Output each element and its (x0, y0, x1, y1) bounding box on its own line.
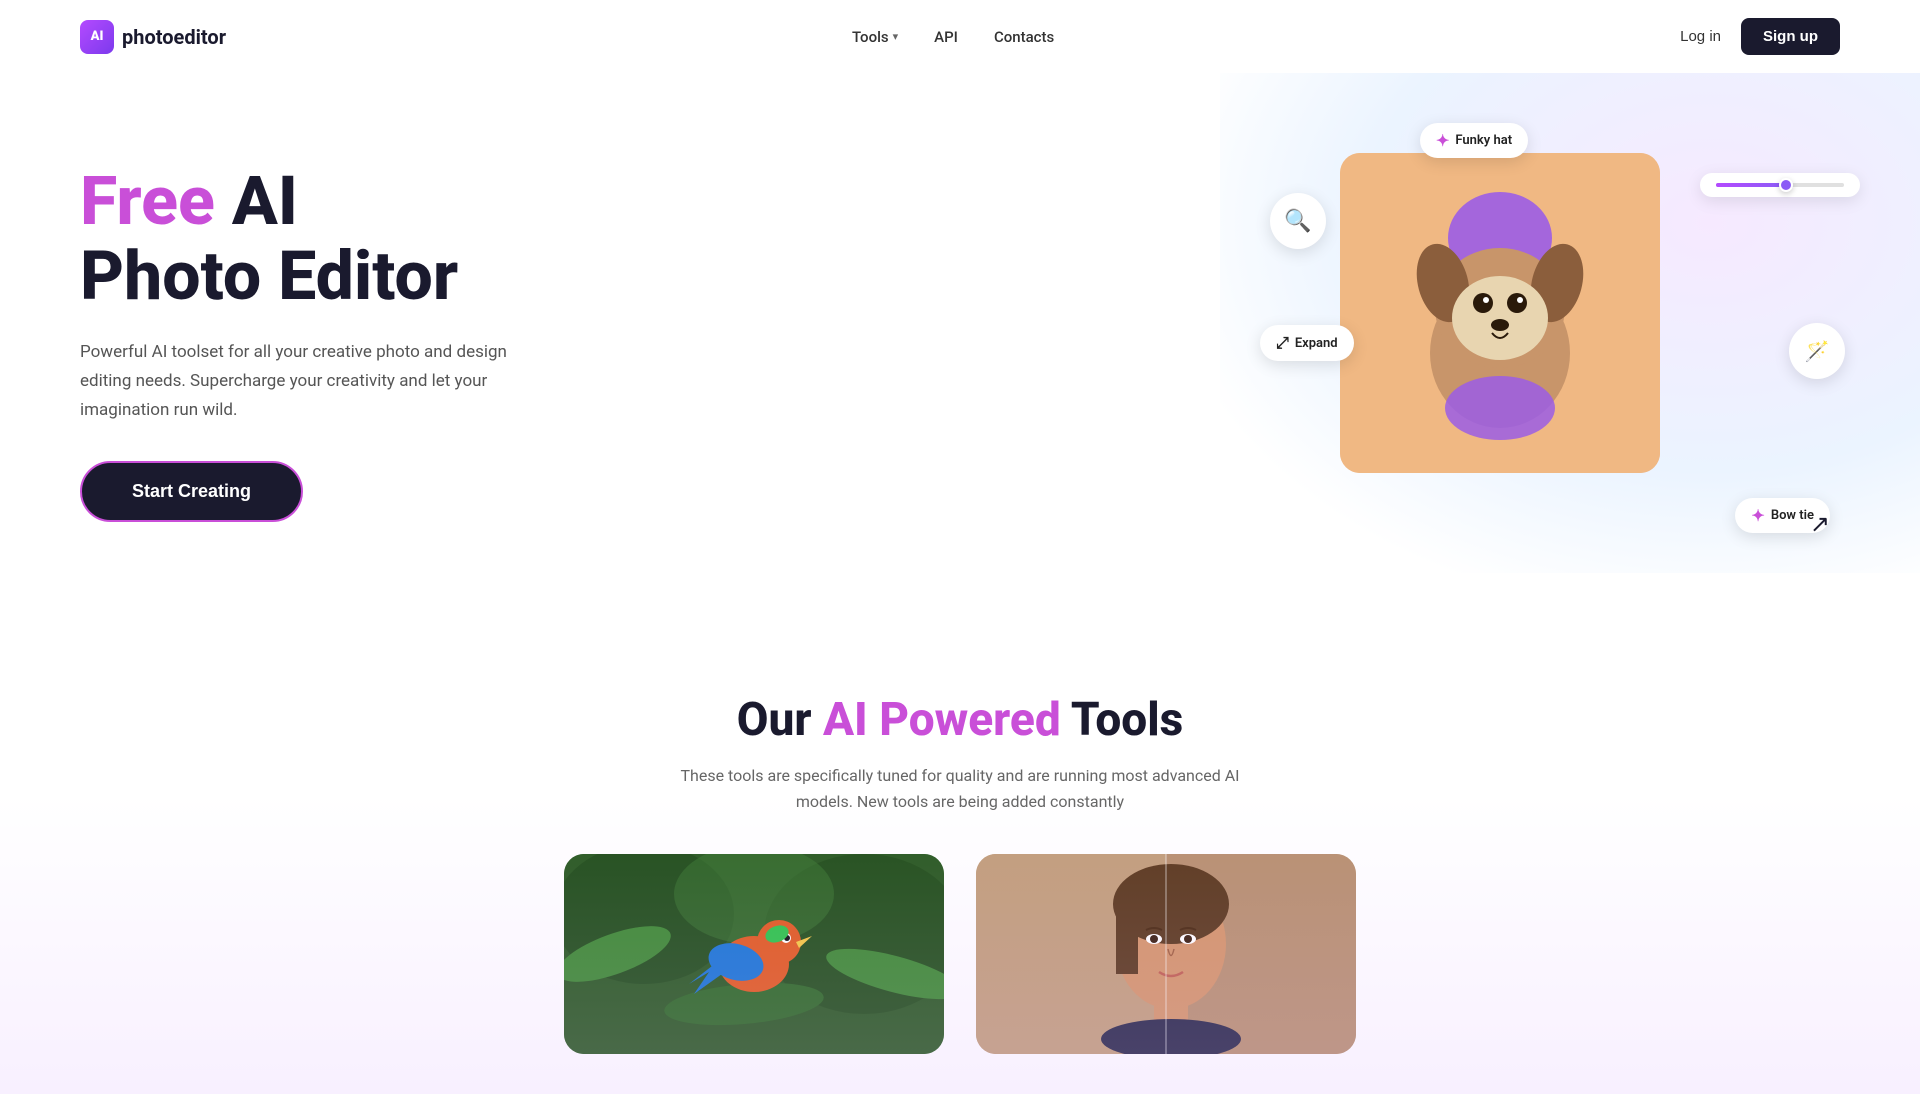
dropdown-arrow-icon: ▾ (893, 30, 899, 43)
search-zoom-icon: 🔍 (1284, 209, 1311, 234)
logo-link[interactable]: AI photoeditor (80, 20, 226, 54)
slider-fill (1716, 183, 1786, 187)
slider-widget[interactable] (1700, 173, 1860, 197)
logo-text: photoeditor (122, 25, 226, 49)
hero-section: Free AI Photo Editor Powerful AI toolset… (0, 73, 1920, 633)
bird-card-illustration (564, 854, 944, 1054)
dog-illustration (1340, 153, 1660, 473)
nav-contacts-link[interactable]: Contacts (994, 28, 1054, 46)
hero-title: Free AI Photo Editor (80, 164, 540, 314)
sparkle-icon-2: ✦ (1751, 506, 1764, 525)
login-button[interactable]: Log in (1680, 28, 1721, 45)
expand-arrows-icon: ⤢ (1276, 333, 1289, 353)
hero-description: Powerful AI toolset for all your creativ… (80, 338, 540, 425)
hero-illustration: ✦ Funky hat ⤢ Expand ✦ Bow tie 🔍 🪄 ↗ (1280, 133, 1840, 553)
nav-actions: Log in Sign up (1680, 18, 1840, 55)
funky-hat-chip: ✦ Funky hat (1420, 123, 1528, 158)
search-circle-button[interactable]: 🔍 (1270, 193, 1326, 249)
sparkle-icon: ✦ (1436, 131, 1449, 150)
expand-chip: ⤢ Expand (1260, 325, 1354, 361)
magic-wand-icon: 🪄 (1805, 339, 1830, 363)
signup-button[interactable]: Sign up (1741, 18, 1840, 55)
hero-content: Free AI Photo Editor Powerful AI toolset… (80, 164, 540, 521)
tool-card-portrait[interactable] (976, 854, 1356, 1054)
dog-card (1340, 153, 1660, 473)
nav-tools-label: Tools (852, 28, 889, 46)
nav-tools-link[interactable]: Tools ▾ (852, 28, 898, 46)
tool-card-bird[interactable] (564, 854, 944, 1054)
start-creating-button[interactable]: Start Creating (80, 461, 303, 522)
navigation: AI photoeditor Tools ▾ API Contacts Log … (0, 0, 1920, 73)
tools-section-title: Our AI Powered Tools (80, 693, 1840, 747)
slider-thumb (1779, 178, 1793, 192)
portrait-card-illustration (976, 854, 1356, 1054)
tools-section: Our AI Powered Tools These tools are spe… (0, 633, 1920, 1094)
slider-track (1716, 183, 1844, 187)
logo-icon: AI (80, 20, 114, 54)
nav-api-link[interactable]: API (934, 28, 958, 46)
tools-section-description: These tools are specifically tuned for q… (670, 763, 1250, 814)
nav-links: Tools ▾ API Contacts (852, 27, 1054, 46)
magic-circle-button[interactable]: 🪄 (1789, 323, 1845, 379)
cursor-icon: ↗ (1810, 510, 1830, 538)
tools-cards-container (80, 854, 1840, 1054)
